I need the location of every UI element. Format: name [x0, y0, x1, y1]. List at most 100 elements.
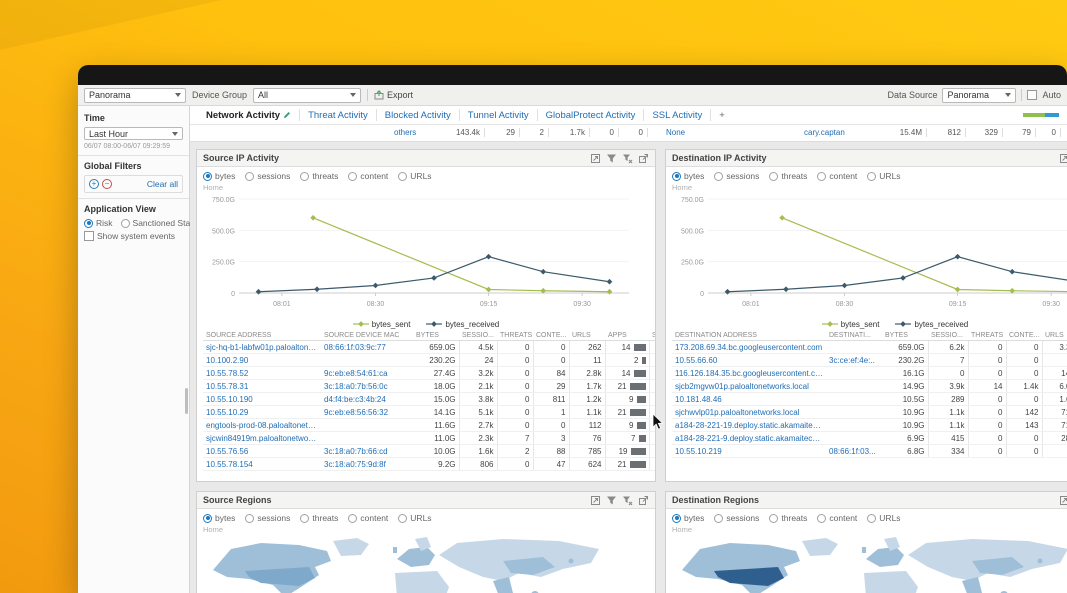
line-chart[interactable]: 750.0G 500.0G 250.0G 0 08:01 08:30 09:15 09:30: [203, 193, 637, 313]
maximize-icon[interactable]: [1059, 153, 1067, 164]
metric-option-content[interactable]: content: [348, 171, 388, 181]
table-row[interactable]: 10.55.78.31 3c:18:a0:7b:56:0c 18.0G 2.1k 0 29…: [203, 379, 655, 393]
metric-option-bytes[interactable]: bytes: [203, 513, 235, 523]
line-chart[interactable]: 750.0G 500.0G 250.0G 0 08:01 08:30 09:15 09:30: [672, 193, 1067, 313]
add-filter-icon[interactable]: +: [89, 179, 99, 189]
address-link[interactable]: a184-28-221-19.deploy.static.akamaitechn…: [672, 418, 826, 432]
peek-right-link-2[interactable]: cary.captan: [804, 128, 845, 137]
maximize-icon[interactable]: [590, 153, 601, 164]
table-row[interactable]: 10.55.10.21908:66:1f:03...6.8G3340013: [672, 444, 1067, 458]
device-mac-link[interactable]: 9c:eb:e8:54:61:ca: [321, 366, 413, 380]
address-link[interactable]: 10.55.66.60: [672, 353, 826, 367]
table-row[interactable]: sjcb2mgvw01p.paloaltonetworks.local 14.9G…: [672, 379, 1067, 393]
filter-icon[interactable]: [606, 495, 617, 506]
device-mac-link[interactable]: 9c:eb:e8:56:56:32: [321, 405, 413, 419]
metric-option-bytes[interactable]: bytes: [672, 513, 704, 523]
table-row[interactable]: 10.55.66.603c:ce:ef:4e:..230.2G70011: [672, 353, 1067, 367]
device-group-select[interactable]: All: [253, 87, 362, 103]
table-row[interactable]: sjcwin84919m.paloaltonetworks.local 11.0G…: [203, 431, 655, 445]
show-system-events-checkbox[interactable]: Show system events: [84, 231, 175, 241]
table-row[interactable]: a184-28-221-9.deploy.static.akamaitechno…: [672, 431, 1067, 445]
world-map[interactable]: [672, 535, 1067, 593]
table-row[interactable]: a184-28-221-19.deploy.static.akamaitechn…: [672, 418, 1067, 432]
metric-option-sessions[interactable]: sessions: [245, 513, 290, 523]
metric-option-urls[interactable]: URLs: [398, 171, 432, 181]
metric-option-sessions[interactable]: sessions: [245, 171, 290, 181]
tab-ssl-activity[interactable]: SSL Activity: [644, 109, 712, 121]
device-mac-link[interactable]: 3c:18:a0:7b:56:0c: [321, 379, 413, 393]
metric-option-sessions[interactable]: sessions: [714, 171, 759, 181]
address-link[interactable]: engtools-prod-08.paloaltonetworks.local: [203, 418, 321, 432]
address-link[interactable]: 10.55.78.154: [203, 457, 321, 471]
table-row[interactable]: 10.55.78.154 3c:18:a0:75:9d:8f 9.2G 806 0 47 6…: [203, 457, 655, 471]
address-link[interactable]: 10.55.78.31: [203, 379, 321, 393]
address-link[interactable]: 10.55.10.190: [203, 392, 321, 406]
device-mac-link[interactable]: d4:f4:be:c3:4b:24: [321, 392, 413, 406]
legend-item-bytes_received[interactable]: bytes_received: [426, 320, 499, 329]
device-mac-link[interactable]: 3c:18:a0:7b:66:cd: [321, 444, 413, 458]
address-link[interactable]: sjcb2mgvw01p.paloaltonetworks.local: [672, 379, 826, 393]
metric-option-content[interactable]: content: [817, 513, 857, 523]
export-button[interactable]: Export: [374, 90, 413, 100]
table-row[interactable]: 116.126.184.35.bc.googleusercontent.com 1…: [672, 366, 1067, 380]
table-row[interactable]: sjchwvlp01p.paloaltonetworks.local 10.9G 1…: [672, 405, 1067, 419]
remove-filter-icon[interactable]: −: [102, 179, 112, 189]
filter-icon[interactable]: [606, 153, 617, 164]
table-row[interactable]: 10.55.76.56 3c:18:a0:7b:66:cd 10.0G 1.6k 2 88…: [203, 444, 655, 458]
device-mac-link[interactable]: 3c:18:a0:75:9d:8f: [321, 457, 413, 471]
table-row[interactable]: 173.208.69.34.bc.googleusercontent.com 65…: [672, 340, 1067, 354]
address-link[interactable]: 10.100.2.90: [203, 353, 321, 367]
metric-option-threats[interactable]: threats: [769, 513, 807, 523]
context-select[interactable]: Panorama: [84, 87, 186, 103]
legend-item-bytes_sent[interactable]: bytes_sent: [821, 320, 879, 329]
table-row[interactable]: engtools-prod-08.paloaltonetworks.local 1…: [203, 418, 655, 432]
address-link[interactable]: 173.208.69.34.bc.googleusercontent.com: [672, 340, 826, 354]
metric-option-urls[interactable]: URLs: [867, 513, 901, 523]
table-row[interactable]: 10.181.48.4610.5G289001.6k3: [672, 392, 1067, 406]
column-header[interactable]: SOURCE ADDRESS: [203, 331, 321, 341]
metric-option-sessions[interactable]: sessions: [714, 513, 759, 523]
column-header[interactable]: CONTE...: [533, 331, 569, 341]
tab-blocked-activity[interactable]: Blocked Activity: [377, 109, 460, 121]
column-header[interactable]: SESSIO...: [928, 331, 968, 341]
tab-threat-activity[interactable]: Threat Activity: [300, 109, 377, 121]
metric-option-threats[interactable]: threats: [769, 171, 807, 181]
tab-tunnel-activity[interactable]: Tunnel Activity: [460, 109, 538, 121]
column-header[interactable]: DESTINATI...: [826, 331, 882, 341]
tab-network-activity[interactable]: Network Activity: [198, 109, 301, 121]
data-source-select[interactable]: Panorama: [942, 87, 1017, 103]
address-link[interactable]: sjc-hq-b1-labfw01p.paloaltonetworks.l...: [203, 340, 321, 354]
device-mac-link[interactable]: 08:66:1f:03...: [826, 444, 882, 458]
tab-globalprotect-activity[interactable]: GlobalProtect Activity: [538, 109, 645, 121]
metric-option-threats[interactable]: threats: [300, 513, 338, 523]
legend-item-bytes_sent[interactable]: bytes_sent: [352, 320, 410, 329]
metric-option-urls[interactable]: URLs: [867, 171, 901, 181]
sanctioned-state-radio[interactable]: Sanctioned State: [120, 218, 197, 228]
address-link[interactable]: sjcwin84919m.paloaltonetworks.local: [203, 431, 321, 445]
world-map[interactable]: [203, 535, 637, 593]
address-link[interactable]: a184-28-221-9.deploy.static.akamaitechno…: [672, 431, 826, 445]
clear-all-link[interactable]: Clear all: [147, 179, 178, 189]
metric-option-content[interactable]: content: [817, 171, 857, 181]
risk-radio[interactable]: Risk: [84, 218, 113, 228]
maximize-icon[interactable]: [590, 495, 601, 506]
metric-option-bytes[interactable]: bytes: [672, 171, 704, 181]
metric-option-content[interactable]: content: [348, 513, 388, 523]
metric-option-urls[interactable]: URLs: [398, 513, 432, 523]
column-header[interactable]: BYTES: [413, 331, 459, 341]
column-header[interactable]: CONTE...: [1006, 331, 1042, 341]
metric-option-threats[interactable]: threats: [300, 171, 338, 181]
column-header[interactable]: SOURC...: [649, 331, 655, 341]
device-mac-link[interactable]: 08:66:1f:03:9c:77: [321, 340, 413, 354]
jump-to-logs-icon[interactable]: [638, 153, 649, 164]
column-header[interactable]: DESTINATION ADDRESS: [672, 331, 826, 341]
column-header[interactable]: SESSIO...: [459, 331, 497, 341]
time-range-select[interactable]: Last Hour: [84, 127, 183, 140]
address-link[interactable]: 10.181.48.46: [672, 392, 826, 406]
column-header[interactable]: THREATS: [497, 331, 533, 341]
address-link[interactable]: 10.55.10.29: [203, 405, 321, 419]
legend-item-bytes_received[interactable]: bytes_received: [895, 320, 968, 329]
table-row[interactable]: 10.55.10.29 9c:eb:e8:56:56:32 14.1G 5.1k 0 1 1…: [203, 405, 655, 419]
peek-right-link-1[interactable]: None: [666, 128, 685, 137]
sidebar-scrollbar-thumb[interactable]: [185, 388, 188, 414]
